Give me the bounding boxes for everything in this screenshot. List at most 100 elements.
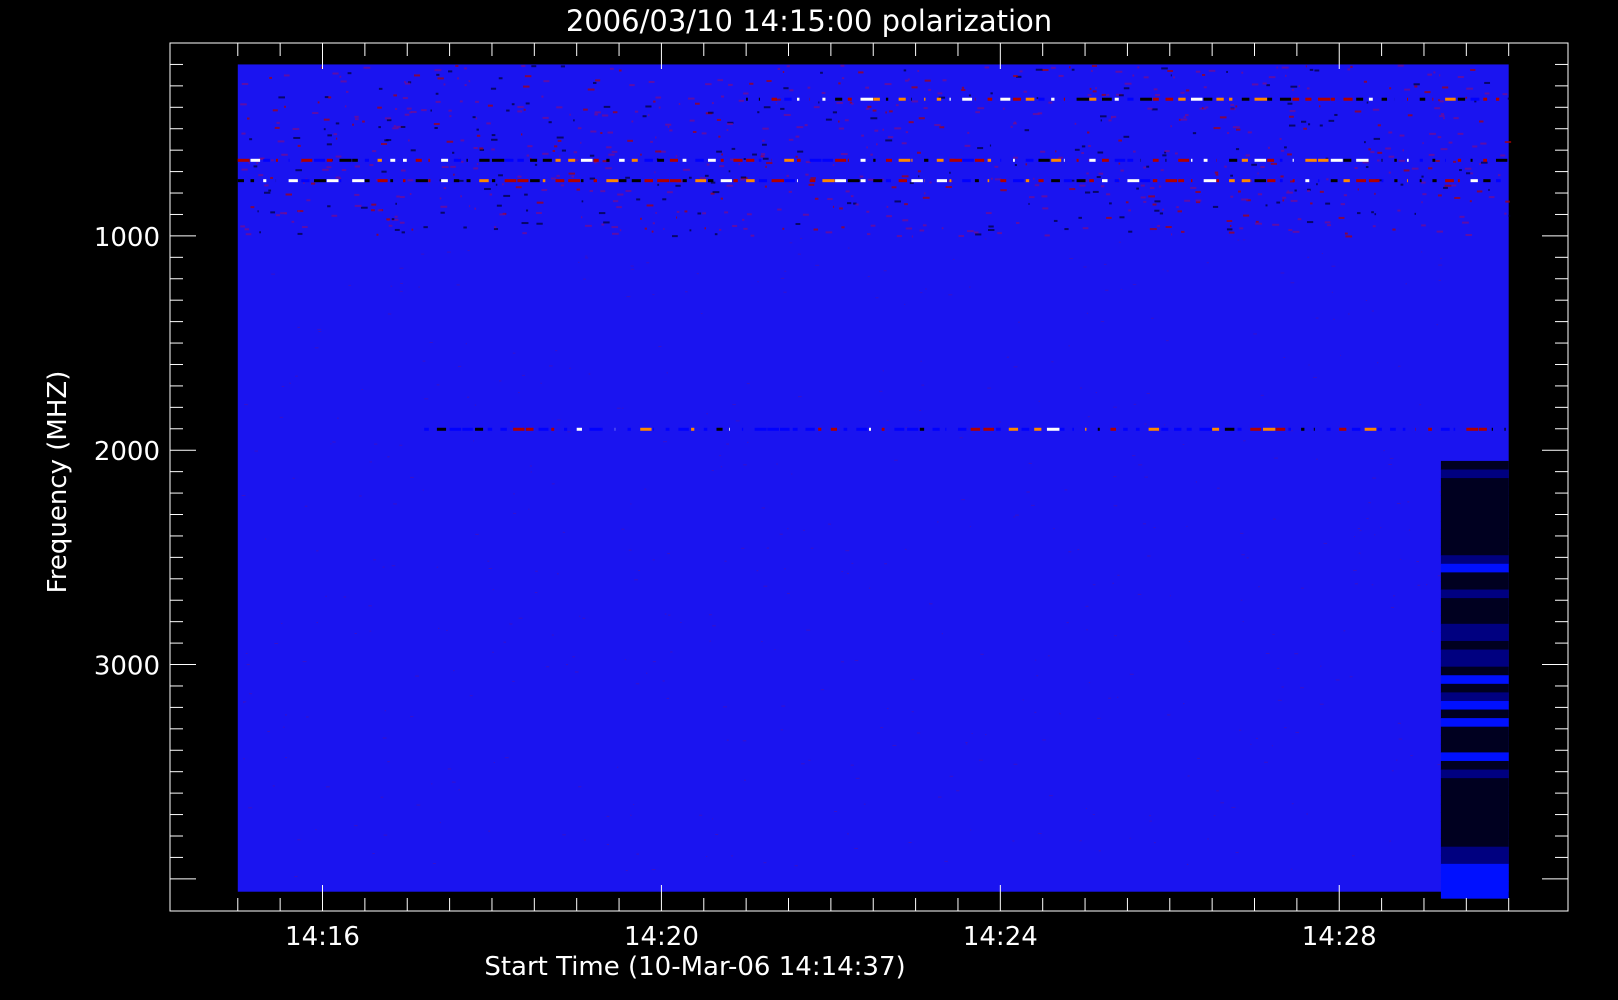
heat-cell	[1459, 215, 1465, 218]
heat-cell	[1085, 179, 1088, 182]
band-segment	[1008, 427, 1019, 431]
heat-cell	[469, 205, 471, 208]
heat-cell	[630, 503, 632, 505]
dark-block-row	[1440, 469, 1509, 479]
band-segment	[936, 179, 948, 183]
band-segment	[885, 158, 892, 162]
heat-cell	[557, 139, 562, 142]
heat-cell	[1069, 66, 1071, 69]
heat-cell	[688, 97, 695, 100]
heat-cell	[919, 229, 925, 232]
heat-cell	[724, 560, 727, 562]
band-segment	[479, 179, 489, 183]
heat-cell	[581, 216, 583, 219]
heat-cell	[439, 197, 442, 200]
heat-cell	[1282, 199, 1285, 202]
heat-cell	[1290, 199, 1298, 202]
heat-cell	[895, 104, 899, 107]
heat-cell	[1385, 147, 1391, 150]
heat-cell	[354, 115, 359, 118]
heat-cell	[949, 171, 951, 174]
heat-cell	[651, 869, 656, 871]
heat-cell	[629, 84, 635, 87]
band-segment	[1063, 179, 1072, 183]
heat-cell	[1013, 156, 1018, 159]
band-segment	[606, 179, 619, 183]
heat-cell	[648, 80, 655, 83]
heat-cell	[1085, 807, 1087, 809]
heat-cell	[1397, 209, 1401, 212]
heat-cell	[743, 92, 749, 95]
heat-cell	[763, 585, 768, 587]
band-segment	[428, 158, 430, 162]
heat-cell	[732, 404, 737, 406]
dark-block-row	[1440, 820, 1509, 831]
band-segment	[1495, 179, 1501, 183]
heat-cell	[390, 285, 393, 287]
heat-cell	[937, 796, 942, 798]
heat-cell	[1143, 166, 1146, 169]
heat-cell	[421, 253, 425, 255]
heat-cell	[685, 291, 688, 293]
heat-cell	[1306, 221, 1314, 224]
band-segment	[669, 179, 682, 183]
heat-cell	[269, 76, 273, 79]
heat-cell	[565, 664, 568, 666]
heat-cell	[1422, 142, 1424, 145]
heat-cell	[757, 281, 759, 283]
heat-cell	[945, 186, 952, 189]
heat-cell	[256, 162, 259, 165]
heat-cell	[1319, 190, 1324, 193]
heat-cell	[1186, 863, 1189, 865]
heat-cell	[341, 169, 347, 172]
band-segment	[708, 158, 716, 162]
heat-cell	[1274, 457, 1278, 459]
heat-cell	[1012, 122, 1017, 125]
heat-cell	[813, 106, 820, 109]
heat-cell	[354, 204, 362, 207]
band-segment	[987, 158, 992, 162]
heat-cell	[487, 560, 490, 562]
band-segment	[1102, 179, 1108, 183]
heat-cell	[726, 129, 729, 132]
heat-cell	[1069, 258, 1074, 260]
heat-cell	[515, 186, 522, 189]
heat-cell	[958, 235, 964, 238]
heat-cell	[446, 629, 448, 631]
heat-cell	[689, 229, 692, 232]
band-segment	[1000, 97, 1011, 101]
heat-cell	[1432, 630, 1434, 632]
heat-cell	[1136, 187, 1139, 190]
heat-cell	[332, 441, 336, 443]
heat-cell	[611, 150, 618, 153]
heat-cell	[808, 759, 811, 761]
heat-cell	[594, 111, 601, 114]
band-segment	[1148, 427, 1160, 431]
heat-cell	[335, 176, 341, 179]
heat-cell	[1326, 178, 1329, 181]
band-segment	[568, 179, 581, 183]
heat-cell	[924, 79, 931, 82]
heat-cell	[1316, 458, 1318, 460]
heat-cell	[1103, 263, 1107, 265]
band-segment	[1491, 427, 1493, 431]
band-segment	[1419, 158, 1423, 162]
heat-cell	[902, 219, 909, 222]
band-segment	[1419, 97, 1426, 101]
heat-cell	[757, 111, 760, 114]
heat-cell	[892, 744, 897, 746]
heat-cell	[1502, 93, 1508, 96]
heat-cell	[469, 695, 473, 697]
heat-cell	[585, 255, 588, 257]
heat-cell	[1024, 129, 1030, 132]
heat-cell	[1507, 97, 1510, 100]
band-segment	[1254, 158, 1267, 162]
heat-cell	[742, 218, 745, 221]
heat-cell	[1420, 251, 1423, 253]
heat-cell	[1208, 69, 1216, 72]
heat-cell	[491, 138, 498, 141]
heat-cell	[584, 257, 589, 259]
band-segment	[1254, 179, 1267, 183]
heat-cell	[1147, 555, 1151, 557]
heat-cell	[834, 811, 838, 813]
